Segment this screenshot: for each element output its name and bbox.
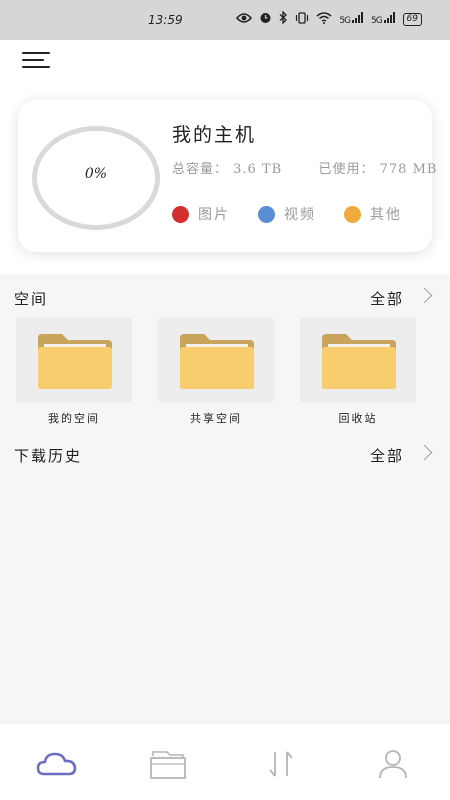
storage-legend: 图片 视频 其他 [172,204,402,224]
storage-progress-label: 0% [84,166,108,182]
history-view-all-button[interactable]: 全部 [370,445,404,466]
folder-my-space[interactable] [16,318,132,402]
tab-cloud[interactable] [34,744,80,784]
signal-1-icon: 5G [339,12,364,26]
space-view-all-button[interactable]: 全部 [370,288,404,309]
space-chevron-right-icon[interactable] [416,287,433,304]
folder-icon [38,334,112,389]
legend-dot-images [172,205,189,223]
folder-label-my-space: 我的空间 [48,412,100,425]
top-bar [0,40,450,84]
transfer-icon [269,751,293,777]
folder-label-recycle-bin: 回收站 [338,412,378,425]
folder-icon [180,334,254,389]
legend-item-other: 其他 [344,204,402,224]
total-capacity-value: 3.6 TB [233,162,283,177]
signal-2-icon: 5G [371,12,396,26]
user-icon [379,750,407,779]
legend-label-other: 其他 [370,207,402,223]
signal-2-label: 5G [370,16,383,26]
folder-recycle-bin[interactable] [300,318,416,402]
bottom-tab-bar [0,724,450,800]
menu-icon[interactable] [22,50,52,72]
used-capacity-label: 已使用： [318,162,375,177]
host-title: 我的主机 [172,124,257,146]
space-section-title: 空间 [14,290,49,308]
wifi-icon [316,11,332,27]
tab-profile[interactable] [370,744,416,784]
status-icons: 5G 5G 69 [236,10,422,27]
legend-item-videos: 视频 [258,204,316,224]
tab-files[interactable] [145,744,191,784]
legend-label-images: 图片 [198,207,230,223]
used-capacity-value: 778 MB [379,162,438,177]
battery-icon: 69 [402,12,422,26]
alarm-icon [259,11,272,27]
storage-progress-ring: 0% [32,126,160,230]
vibrate-icon [295,11,309,27]
tab-transfers[interactable] [258,744,304,784]
total-capacity-label: 总容量： [172,162,229,177]
status-time: 13:59 [148,13,183,27]
signal-1-label: 5G [339,16,351,26]
folder-icon [322,334,396,389]
history-section-title: 下载历史 [14,447,83,465]
folder-label-shared-space: 共享空间 [190,412,242,425]
eye-icon [236,12,253,27]
legend-dot-other [344,205,361,223]
history-chevron-right-icon[interactable] [416,444,433,461]
legend-label-videos: 视频 [284,207,316,223]
folder-shared-space[interactable] [158,318,274,402]
status-bar: 13:59 5G 5G 69 [0,0,450,40]
legend-dot-videos [258,205,275,223]
storage-info: 总容量： 3.6 TB 已使用： 778 MB [172,158,437,177]
folder-tab-icon [150,751,186,779]
legend-item-images: 图片 [172,204,230,224]
host-card[interactable]: 0% 我的主机 总容量： 3.6 TB 已使用： 778 MB 图片 视频 其他 [18,100,436,252]
history-section-header: 下载历史 全部 [14,443,434,467]
cloud-icon [36,752,77,776]
bluetooth-icon [279,10,288,27]
space-section-header: 空间 全部 [14,286,434,310]
